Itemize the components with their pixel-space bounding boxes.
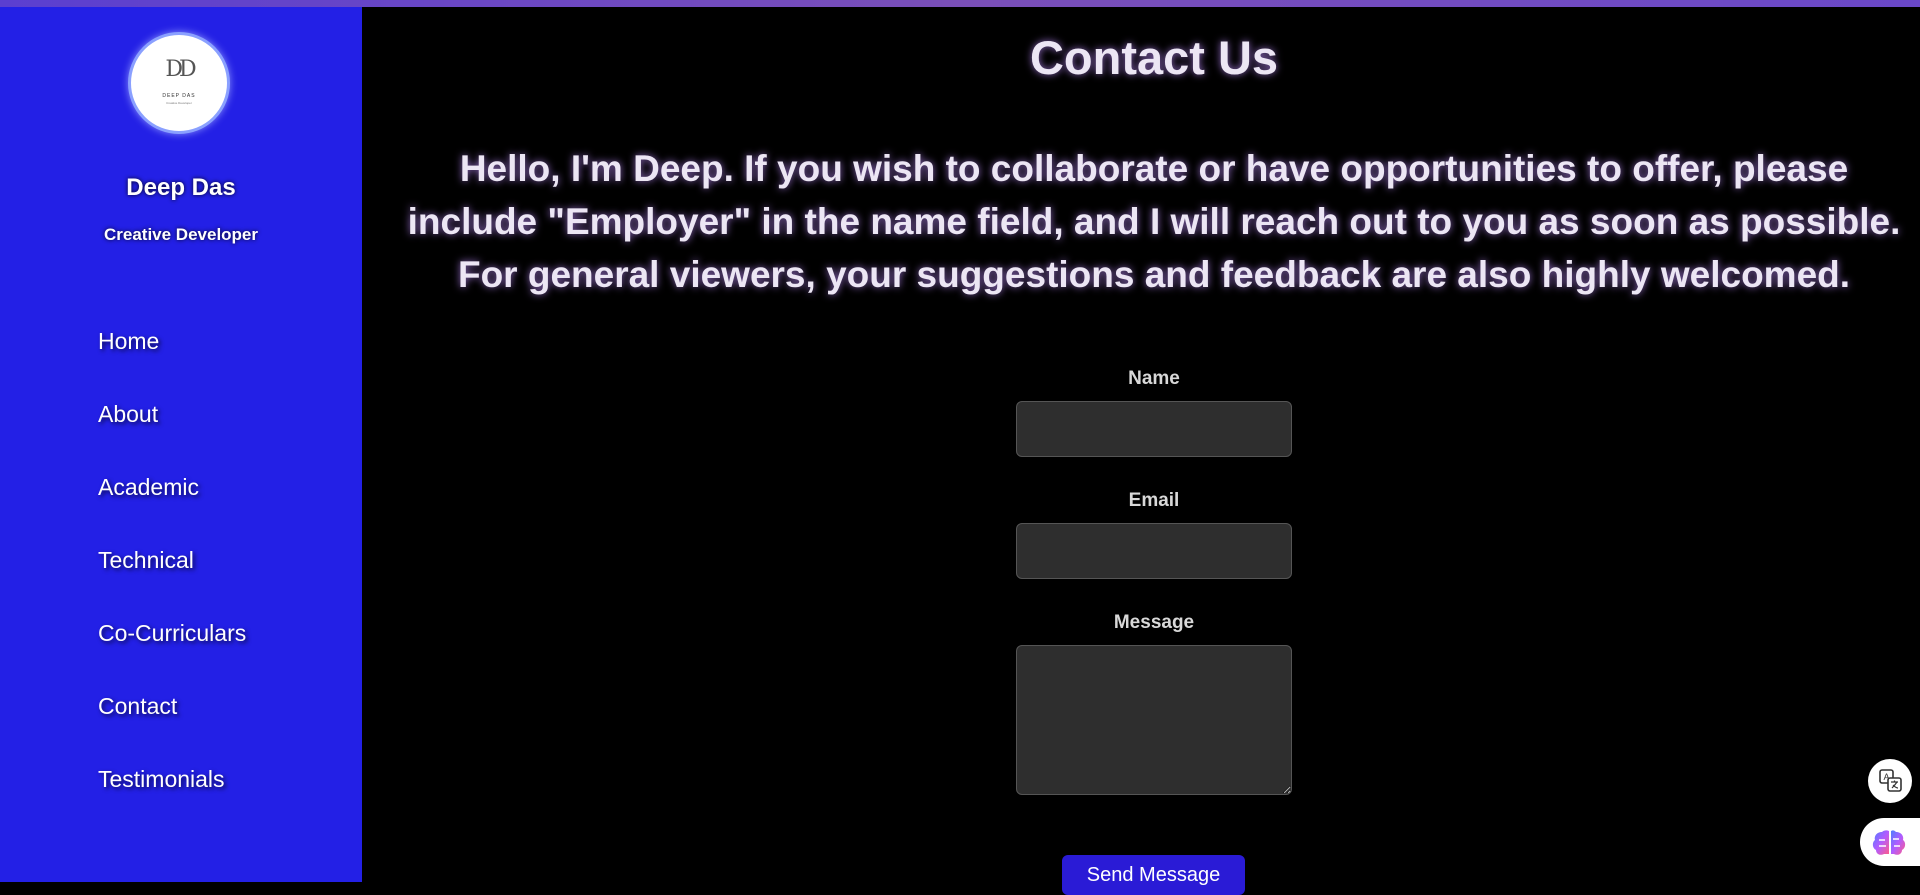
nav-item-co-curriculars[interactable]: Co-Curriculars: [98, 620, 246, 693]
profile-name: Deep Das: [126, 174, 236, 201]
email-field[interactable]: [1016, 523, 1292, 579]
nav-item-technical[interactable]: Technical: [98, 547, 246, 620]
message-label: Message: [1113, 612, 1195, 633]
translate-widget-button[interactable]: A: [1868, 759, 1912, 803]
logo-brand: DEEP DAS: [162, 93, 196, 99]
logo-monogram: DD: [165, 57, 196, 82]
logo-tagline: Creative Developer: [166, 101, 192, 105]
nav-item-academic[interactable]: Academic: [98, 474, 246, 547]
contact-intro: Hello, I'm Deep. If you wish to collabor…: [407, 148, 1901, 295]
profile-role: Creative Developer: [103, 225, 259, 244]
email-label: Email: [1128, 490, 1180, 511]
top-accent-bar: [0, 0, 1920, 7]
nav-item-contact[interactable]: Contact: [98, 693, 246, 766]
assistant-widget-button[interactable]: [1860, 818, 1920, 866]
nav-item-testimonials[interactable]: Testimonials: [98, 766, 246, 839]
name-field[interactable]: [1016, 401, 1292, 457]
brain-icon: [1872, 830, 1906, 855]
page-title: Contact Us: [1029, 31, 1279, 84]
sidebar: DD DEEP DAS Creative Developer Deep Das …: [0, 0, 362, 882]
translate-icon: A: [1879, 769, 1902, 792]
contact-section: Contact Us Hello, I'm Deep. If you wish …: [362, 0, 1920, 895]
nav-item-about[interactable]: About: [98, 401, 246, 474]
sidebar-nav: Home About Academic Technical Co-Curricu…: [98, 328, 246, 839]
message-field[interactable]: [1016, 645, 1292, 795]
profile-logo: DD DEEP DAS Creative Developer: [128, 32, 230, 134]
send-message-button[interactable]: Send Message: [1062, 855, 1245, 895]
name-label: Name: [1128, 368, 1180, 389]
nav-item-home[interactable]: Home: [98, 328, 246, 401]
